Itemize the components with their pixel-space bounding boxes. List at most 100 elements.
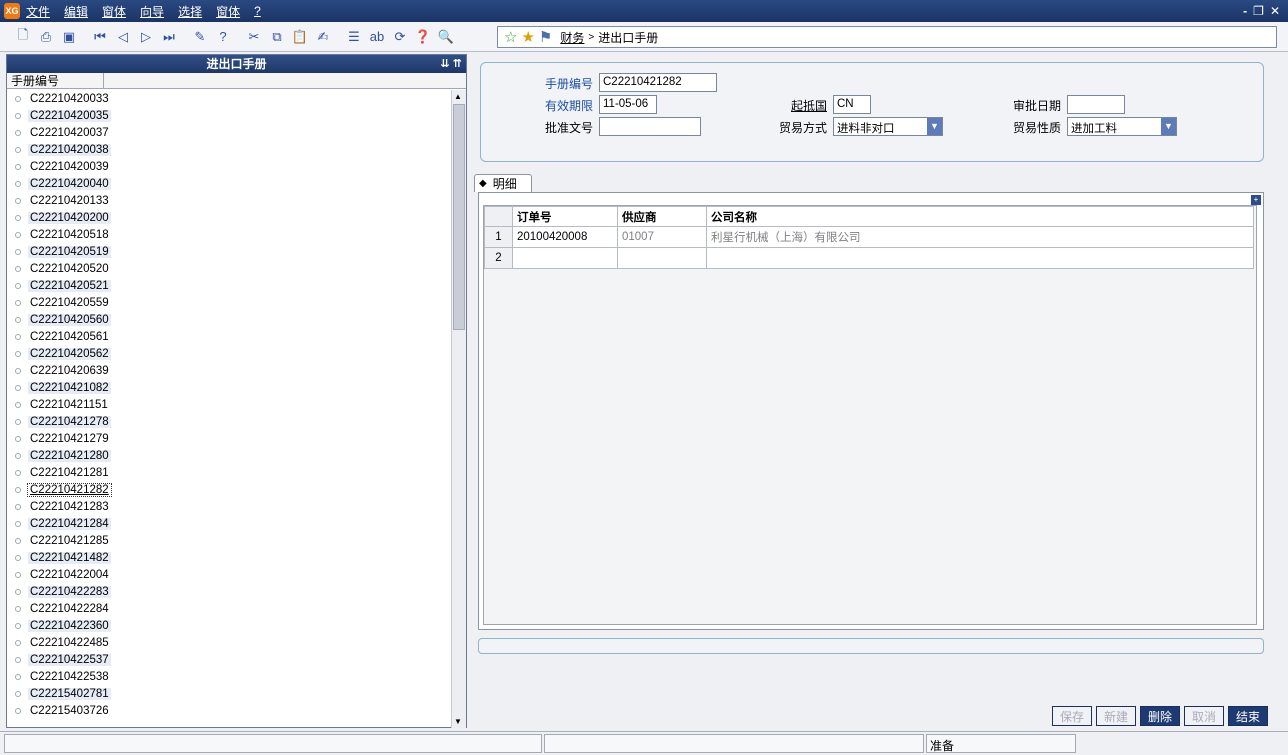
breadcrumb-link-finance[interactable]: 财务 xyxy=(560,29,584,46)
list-item[interactable]: C22210422537 xyxy=(7,651,452,668)
approve-date-field[interactable] xyxy=(1067,95,1125,114)
list-item[interactable]: C22210422360 xyxy=(7,617,452,634)
list-item[interactable]: C22210421282 xyxy=(7,481,452,498)
new-button[interactable]: 新建 xyxy=(1096,706,1136,726)
paste-icon[interactable]: 📋 xyxy=(291,28,309,46)
supplier-cell[interactable]: 01007 xyxy=(617,226,707,248)
menu-select[interactable]: 选择 xyxy=(178,3,202,20)
rename-icon[interactable]: ab xyxy=(368,28,386,46)
list-item[interactable]: C22210420639 xyxy=(7,362,452,379)
trade-nature-select[interactable]: 进加工料 ▼ xyxy=(1067,117,1177,136)
chevron-down-icon[interactable]: ▼ xyxy=(927,118,942,135)
list-item[interactable]: C22210422283 xyxy=(7,583,452,600)
list-item[interactable]: C22210420040 xyxy=(7,175,452,192)
menu-help[interactable]: ? xyxy=(254,4,261,18)
question-icon[interactable]: ❓ xyxy=(414,28,432,46)
order-cell[interactable]: 20100420008 xyxy=(512,226,618,248)
list-item[interactable]: C22210421280 xyxy=(7,447,452,464)
last-record-icon[interactable]: ⏭ xyxy=(160,28,178,46)
list-item[interactable]: C22210422004 xyxy=(7,566,452,583)
menu-wizard[interactable]: 向导 xyxy=(140,3,164,20)
company-cell[interactable] xyxy=(706,247,1254,269)
refresh-icon[interactable]: ⟳ xyxy=(391,28,409,46)
company-cell[interactable]: 利星行机械（上海）有限公司 xyxy=(706,226,1254,248)
valid-until-field[interactable]: 11-05-06 xyxy=(599,95,657,114)
print-icon[interactable]: ⎙ xyxy=(37,28,55,46)
copy-icon[interactable]: ⧉ xyxy=(268,28,286,46)
scroll-down-icon[interactable]: ▼ xyxy=(454,717,462,726)
first-record-icon[interactable]: ⏮ xyxy=(91,28,109,46)
list-item[interactable]: C22210420561 xyxy=(7,328,452,345)
table-row[interactable]: 2 xyxy=(484,247,1254,269)
list-item[interactable]: C22210420200 xyxy=(7,209,452,226)
cancel-button[interactable]: 取消 xyxy=(1184,706,1224,726)
list-item[interactable]: C22210421278 xyxy=(7,413,452,430)
table-row[interactable]: 1 20100420008 01007 利星行机械（上海）有限公司 xyxy=(484,226,1254,248)
list-item[interactable]: C22210422284 xyxy=(7,600,452,617)
scroll-up-icon[interactable]: ▲ xyxy=(454,92,462,101)
list-item[interactable]: C22210420033 xyxy=(7,90,452,107)
favorite-star-icon[interactable]: ★ xyxy=(521,28,534,46)
list-scrollbar[interactable]: ▲ ▼ xyxy=(451,90,466,728)
list-item[interactable]: C22210420035 xyxy=(7,107,452,124)
list-item[interactable]: C22210420518 xyxy=(7,226,452,243)
menu-form[interactable]: 窗体 xyxy=(102,3,126,20)
eraser-icon[interactable]: ✎ xyxy=(191,28,209,46)
list-item[interactable]: C22210422538 xyxy=(7,668,452,685)
list-item[interactable]: C22210421279 xyxy=(7,430,452,447)
column-header-order[interactable]: 订单号 xyxy=(512,206,618,227)
list-item[interactable]: C22210420559 xyxy=(7,294,452,311)
save-button[interactable]: 保存 xyxy=(1052,706,1092,726)
origin-field[interactable]: CN xyxy=(833,95,871,114)
menu-edit[interactable]: 编辑 xyxy=(64,3,88,20)
origin-label[interactable]: 起抵国 xyxy=(791,97,827,114)
list-item[interactable]: C22210422485 xyxy=(7,634,452,651)
column-header-handbook-no[interactable]: 手册编号 xyxy=(7,73,104,88)
cut-icon[interactable]: ✂ xyxy=(245,28,263,46)
list-item[interactable]: C22210421285 xyxy=(7,532,452,549)
new-doc-icon[interactable]: 🗋 xyxy=(14,27,32,46)
supplier-cell[interactable] xyxy=(617,247,707,269)
list-item[interactable]: C22215402781 xyxy=(7,685,452,702)
signpost-icon[interactable]: ⚑ xyxy=(539,28,552,46)
approval-doc-field[interactable] xyxy=(599,117,701,136)
list-item[interactable]: C22215403726 xyxy=(7,702,452,719)
list-item[interactable]: C22210421151 xyxy=(7,396,452,413)
handbook-no-field[interactable]: C22210421282 xyxy=(599,73,717,92)
list-icon[interactable]: ☰ xyxy=(345,28,363,46)
preview-icon[interactable]: 🔍 xyxy=(437,28,455,46)
scroll-thumb[interactable] xyxy=(453,104,465,330)
next-record-icon[interactable]: ▷ xyxy=(137,28,155,46)
grid-expand-icon[interactable]: + xyxy=(1251,195,1261,205)
menu-window[interactable]: 窗体 xyxy=(216,3,240,20)
list-item[interactable]: C22210421082 xyxy=(7,379,452,396)
list-item[interactable]: C22210421284 xyxy=(7,515,452,532)
list-item[interactable]: C22210420560 xyxy=(7,311,452,328)
list-item[interactable]: C22210420039 xyxy=(7,158,452,175)
list-item[interactable]: C22210420133 xyxy=(7,192,452,209)
trade-mode-select[interactable]: 进料非对口 ▼ xyxy=(833,117,943,136)
list-item[interactable]: C22210420520 xyxy=(7,260,452,277)
column-header-company[interactable]: 公司名称 xyxy=(706,206,1254,227)
collapse-icons[interactable]: ⇊ ⇈ xyxy=(441,55,463,73)
sign-icon[interactable]: ✍ xyxy=(314,28,332,46)
restore-icon[interactable]: ❐ xyxy=(1253,4,1264,18)
column-header-supplier[interactable]: 供应商 xyxy=(617,206,707,227)
list-item[interactable]: C22210421281 xyxy=(7,464,452,481)
chevron-down-icon[interactable]: ▼ xyxy=(1161,118,1176,135)
list-item[interactable]: C22210420038 xyxy=(7,141,452,158)
home-star-icon[interactable]: ☆ xyxy=(504,28,517,46)
list-item[interactable]: C22210421482 xyxy=(7,549,452,566)
list-item[interactable]: C22210421283 xyxy=(7,498,452,515)
list-item[interactable]: C22210420562 xyxy=(7,345,452,362)
list-item[interactable]: C22210420521 xyxy=(7,277,452,294)
close-icon[interactable]: ✕ xyxy=(1270,4,1280,18)
help-icon[interactable]: ? xyxy=(214,28,232,46)
finish-button[interactable]: 结束 xyxy=(1228,706,1268,726)
delete-button[interactable]: 删除 xyxy=(1140,706,1180,726)
order-cell[interactable] xyxy=(512,247,618,269)
prev-record-icon[interactable]: ◁ xyxy=(114,28,132,46)
list-item[interactable]: C22210420037 xyxy=(7,124,452,141)
export-icon[interactable]: ▣ xyxy=(60,28,78,46)
tab-detail[interactable]: ◆ 明细 xyxy=(474,174,532,192)
